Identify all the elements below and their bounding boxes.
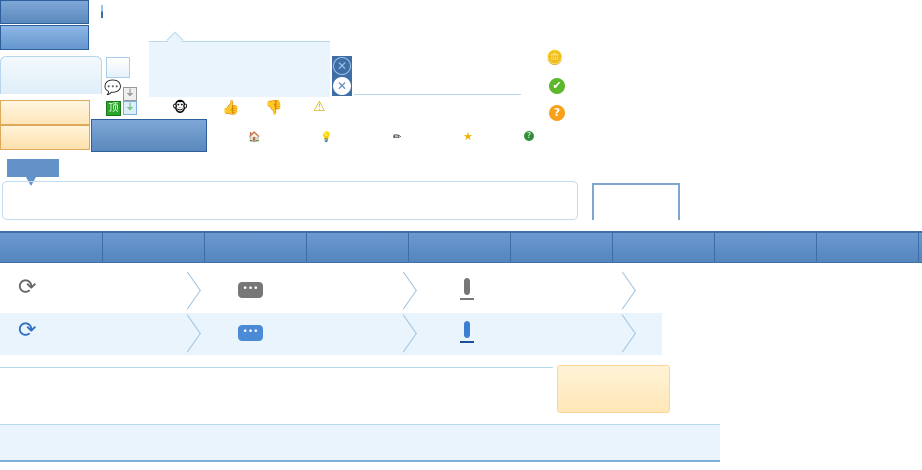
microphone-green-icon: ⏚ [123,101,137,115]
refresh-icon: ⟳ [18,318,37,343]
blue-tab-indicator [7,159,59,177]
microphone-icon [464,278,470,295]
chevron-right-icon [174,271,201,310]
table-header-bar [0,231,922,263]
separator-line [0,367,553,368]
bottom-bar [0,424,720,462]
lightbulb-icon: 💡 [320,132,333,143]
star-icon: ★ [463,130,473,143]
help-icon: ? [524,131,534,141]
close-circle-outline-icon[interactable]: ✕ [333,57,351,75]
input-background[interactable] [0,56,102,94]
orange-button-hover[interactable] [0,125,90,150]
list-row-normal[interactable]: ⟳ ••• [0,268,662,312]
small-box[interactable] [106,57,130,78]
blue-button-normal[interactable] [0,0,89,24]
home-icon: 🏠 [248,132,261,143]
chat-bubble-icon: 💬 [104,80,122,96]
orange-panel[interactable] [557,365,670,413]
divider-line [354,94,521,95]
check-icon: ✔ [549,78,565,94]
open-tab-box[interactable] [592,183,680,220]
microphone-gray-icon: ⏚ [123,87,137,101]
microphone-base [460,341,474,343]
coins-icon: 🪙 [546,50,564,66]
thumbs-up-icon: 👍 [222,100,240,116]
warning-icon: ⚠ [313,99,326,115]
blue-button-hover[interactable] [0,25,89,50]
comment-icon: ••• [238,325,263,341]
chevron-right-icon [390,271,417,310]
thumbs-down-icon: 👎 [265,100,283,116]
list-row-selected[interactable]: ⟳ ••• [0,313,662,355]
chevron-right-icon [174,314,201,353]
microphone-icon [464,321,470,338]
pencil-icon: ✏ [393,132,402,143]
microphone-base [460,298,474,300]
close-circle-filled-icon[interactable]: ✕ [333,77,351,95]
blue-large-button[interactable] [91,119,207,152]
search-box[interactable] [2,181,578,220]
monkey-icon: 🐵 [172,100,189,116]
ding-icon: 顶 [106,101,121,116]
orange-button-normal[interactable] [0,100,90,125]
refresh-icon: ⟳ [18,275,37,300]
chevron-right-icon [390,314,417,353]
comment-icon: ••• [238,282,263,298]
chevron-right-icon [609,271,636,310]
chevron-right-icon [609,314,636,353]
question-icon: ? [549,105,565,121]
tooltip-panel [149,41,330,97]
cursor-bar [101,5,103,18]
